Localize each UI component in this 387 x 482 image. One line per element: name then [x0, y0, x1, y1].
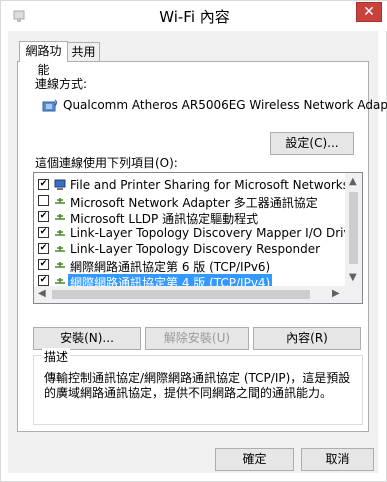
- install-button[interactable]: 安裝(N)...: [33, 327, 141, 350]
- item-checkbox[interactable]: ✔: [38, 275, 49, 286]
- protocol-icon: [55, 262, 65, 268]
- title-bar[interactable]: Wi-Fi 內容 ✕: [1, 1, 387, 31]
- adapter-name: Qualcomm Atheros AR5006EG Wireless Netwo…: [63, 98, 387, 112]
- scroll-corner: [345, 286, 362, 303]
- protocol-icon: [55, 198, 65, 204]
- list-item[interactable]: ✔ File and Printer Sharing for Microsoft…: [34, 177, 349, 193]
- item-checkbox[interactable]: [38, 195, 49, 206]
- cancel-button[interactable]: 取消: [301, 448, 374, 471]
- item-label: Link-Layer Topology Discovery Responder: [70, 242, 321, 256]
- horizontal-scrollbar[interactable]: ◀ ▶: [34, 286, 346, 303]
- scroll-right-icon[interactable]: ▶: [332, 288, 340, 299]
- list-item[interactable]: ✔ Link-Layer Topology Discovery Responde…: [34, 241, 346, 257]
- description-group: 描述 傳輸控制通訊協定/網際網路通訊協定 (TCP/IP)，這是預設的廣域網路通…: [33, 348, 363, 425]
- item-checkbox[interactable]: ✔: [38, 211, 49, 222]
- item-checkbox[interactable]: ✔: [38, 243, 49, 254]
- protocol-icon: [55, 214, 65, 220]
- window-title: Wi-Fi 內容: [159, 8, 230, 26]
- items-label: 這個連線使用下列項目(O):: [35, 156, 178, 170]
- scroll-up-icon[interactable]: ▲: [349, 176, 357, 187]
- scroll-down-icon[interactable]: ▼: [349, 272, 357, 283]
- close-button[interactable]: ✕: [356, 2, 382, 22]
- properties-button[interactable]: 內容(R): [253, 327, 361, 350]
- list-item[interactable]: ✔ 網際網路通訊協定第 6 版 (TCP/IPv6): [34, 257, 346, 274]
- network-share-icon: [54, 179, 66, 190]
- uninstall-button[interactable]: 解除安裝(U): [145, 327, 249, 350]
- horizontal-scroll-thumb[interactable]: [52, 290, 310, 299]
- protocol-icon: [55, 246, 65, 252]
- list-item[interactable]: ✔ Link-Layer Topology Discovery Mapper I…: [34, 225, 362, 241]
- item-checkbox[interactable]: ✔: [38, 259, 49, 270]
- item-label: Link-Layer Topology Discovery Mapper I/O…: [70, 226, 363, 240]
- description-text: 傳輸控制通訊協定/網際網路通訊協定 (TCP/IP)，這是預設的廣域網路通訊協定…: [44, 371, 351, 400]
- scroll-left-icon[interactable]: ◀: [38, 288, 46, 299]
- wireless-adapter-icon: [42, 99, 57, 112]
- items-list[interactable]: ✔ File and Printer Sharing for Microsoft…: [33, 172, 363, 304]
- item-checkbox[interactable]: ✔: [38, 179, 49, 190]
- protocol-icon: [55, 230, 65, 236]
- item-label: File and Printer Sharing for Microsoft N…: [70, 178, 349, 192]
- configure-button[interactable]: 設定(C)...: [270, 132, 354, 155]
- ok-button[interactable]: 確定: [215, 448, 294, 471]
- tab-networking[interactable]: 網路功能: [19, 41, 68, 77]
- description-title: 描述: [42, 348, 71, 365]
- list-item[interactable]: ✔ Microsoft LLDP 通訊協定驅動程式: [34, 209, 346, 226]
- vertical-scrollbar[interactable]: ▲ ▼: [345, 173, 362, 287]
- item-checkbox[interactable]: ✔: [38, 227, 49, 238]
- list-item[interactable]: Microsoft Network Adapter 多工器通訊協定: [34, 193, 346, 210]
- tab-sharing[interactable]: 共用: [67, 42, 100, 61]
- vertical-scroll-thumb[interactable]: [349, 192, 358, 264]
